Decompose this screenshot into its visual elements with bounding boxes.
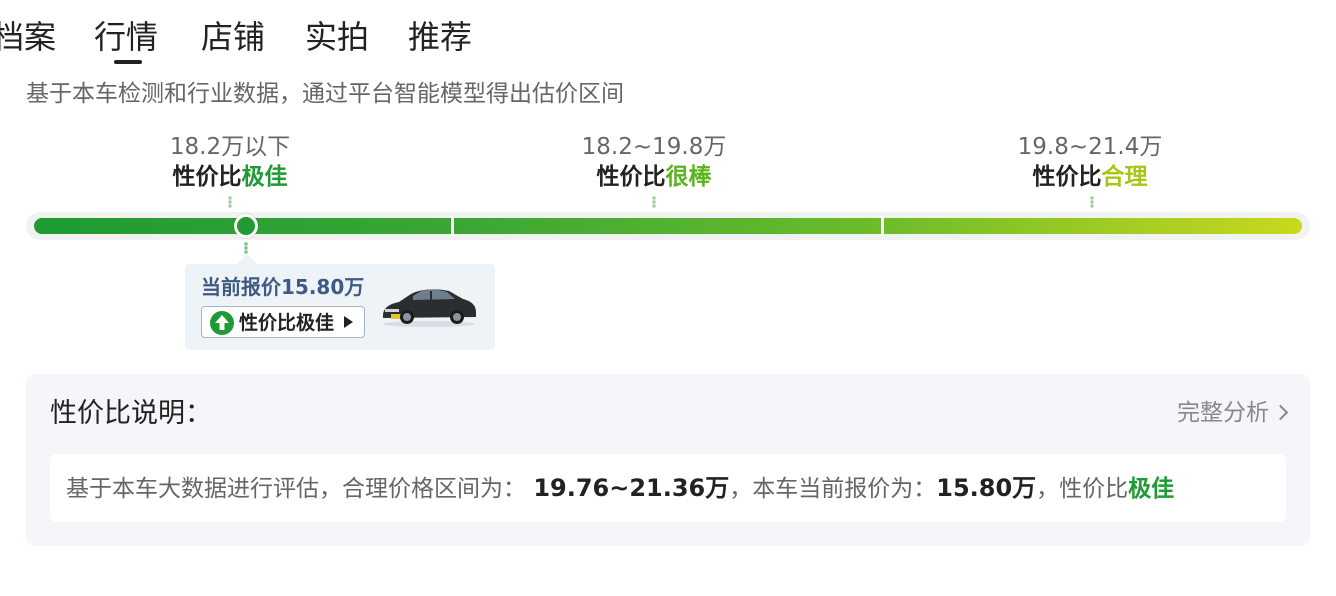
text-part: ，本车当前报价为： <box>729 476 937 502</box>
marker-connector <box>244 242 248 254</box>
price-scale-bar <box>34 218 1302 234</box>
rating-prefix: 性价比 <box>172 164 242 190</box>
segment-range: 18.2万以下 <box>169 134 291 160</box>
tab-recommend[interactable]: 推荐 <box>408 14 472 60</box>
tab-market[interactable]: 行情 <box>94 14 158 60</box>
segment-range: 18.2~19.8万 <box>581 134 727 160</box>
explanation-box: 基于本车大数据进行评估，合理价格区间为： 19.76~21.36万，本车当前报价… <box>50 454 1286 522</box>
rating-value: 极佳 <box>241 164 288 190</box>
scale-divider <box>881 216 884 236</box>
chevron-right-icon <box>1272 404 1289 421</box>
segment-connector <box>652 196 656 208</box>
value-rating-badge[interactable]: 性价比极佳 <box>201 306 365 338</box>
rating-prefix: 性价比 <box>1032 164 1102 190</box>
text-part: 基于本车大数据进行评估，合理价格区间为： <box>66 476 526 502</box>
rating-value: 很棒 <box>665 164 712 190</box>
reasonable-range: 19.76~21.36万 <box>533 474 730 502</box>
tab-archive[interactable]: 档案 <box>0 14 56 60</box>
rating-prefix: 性价比 <box>596 164 666 190</box>
segment-connector <box>228 196 232 208</box>
active-tab-indicator <box>114 60 142 64</box>
full-analysis-link[interactable]: 完整分析 <box>1177 396 1289 430</box>
play-arrow-icon <box>344 316 353 328</box>
current-price-text: 当前报价15.80万 <box>201 275 365 299</box>
segment-label-excellent: 18.2万以下 性价比极佳 <box>130 132 330 192</box>
segment-rating: 性价比极佳 <box>130 162 330 192</box>
explanation-text: 基于本车大数据进行评估，合理价格区间为： 19.76~21.36万，本车当前报价… <box>66 471 1174 506</box>
badge-label: 性价比极佳 <box>239 312 335 334</box>
tab-photos[interactable]: 实拍 <box>305 14 369 60</box>
segment-rating: 性价比很棒 <box>554 162 754 192</box>
scale-divider <box>451 216 454 236</box>
link-label: 完整分析 <box>1177 400 1269 426</box>
rating-value: 极佳 <box>1128 476 1175 502</box>
car-image <box>383 289 476 327</box>
tab-bar: 档案 行情 店铺 实拍 推荐 <box>0 0 1336 70</box>
current-price-card: 当前报价15.80万 性价比极佳 <box>185 254 495 350</box>
tab-store[interactable]: 店铺 <box>201 14 265 60</box>
value-explanation-panel: 性价比说明： 完整分析 基于本车大数据进行评估，合理价格区间为： 19.76~2… <box>26 374 1310 546</box>
text-part: ，性价比 <box>1036 476 1129 502</box>
segment-range: 19.8~21.4万 <box>1017 134 1163 160</box>
up-arrow-icon <box>210 311 234 335</box>
panel-title: 性价比说明： <box>50 398 212 429</box>
valuation-intro: 基于本车检测和行业数据，通过平台智能模型得出估价区间 <box>26 81 624 107</box>
segment-label-reasonable: 19.8~21.4万 性价比合理 <box>990 132 1190 192</box>
segment-label-great: 18.2~19.8万 性价比很棒 <box>554 132 754 192</box>
current-price: 15.80万 <box>936 474 1037 502</box>
current-price-marker <box>234 214 258 238</box>
segment-connector <box>1090 196 1094 208</box>
segment-rating: 性价比合理 <box>990 162 1190 192</box>
rating-value: 合理 <box>1101 164 1148 190</box>
